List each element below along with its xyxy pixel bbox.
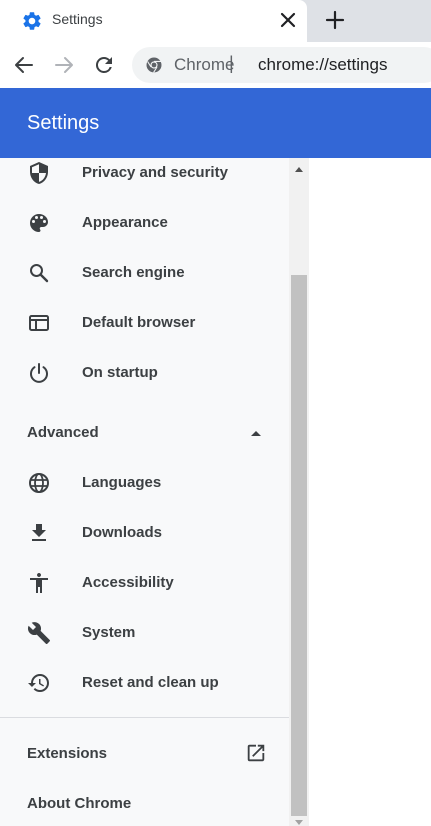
search-icon [27,261,51,285]
chrome-icon [146,57,162,73]
scroll-up-arrow-icon[interactable] [295,167,303,172]
sidebar-item-search-engine[interactable]: Search engine [0,248,289,298]
sidebar-item-label: On startup [82,364,158,381]
sidebar-item-extensions[interactable]: Extensions [0,729,289,779]
sidebar-item-reset[interactable]: Reset and clean up [0,658,289,708]
sidebar-item-languages[interactable]: Languages [0,458,289,508]
advanced-section-toggle[interactable]: Advanced [0,408,289,458]
sidebar-item-label: Search engine [82,264,185,281]
sidebar-item-label: Downloads [82,524,163,541]
sidebar-item-label: Privacy and security [82,164,228,181]
download-icon [27,521,51,545]
browser-window-icon [27,311,51,335]
sidebar-item-accessibility[interactable]: Accessibility [0,558,289,608]
sidebar: Privacy and security Appearance Search e… [0,158,289,826]
sidebar-item-default-browser[interactable]: Default browser [0,298,289,348]
sidebar-item-label: About Chrome [27,795,132,812]
toolbar: Chrome | chrome://settings [0,42,431,88]
palette-icon [27,211,51,235]
main-content [309,158,431,826]
globe-icon [27,471,51,495]
omnibox-url: chrome://settings [258,55,388,74]
history-icon [27,671,51,695]
sidebar-item-label: Accessibility [82,574,174,591]
close-icon[interactable] [277,9,299,31]
divider [0,717,289,718]
page-title: Settings [27,112,100,134]
sidebar-item-label: Extensions [27,745,108,762]
tab-settings[interactable]: Settings [0,0,307,42]
gear-icon [21,10,43,32]
tab-strip: Settings [0,0,431,42]
settings-header: Settings [0,88,431,158]
sidebar-item-about-chrome[interactable]: About Chrome [0,779,289,826]
sidebar-item-downloads[interactable]: Downloads [0,508,289,558]
scroll-down-arrow-icon[interactable] [295,820,303,825]
omnibox-separator: | [229,53,234,73]
omnibox[interactable]: Chrome | chrome://settings [132,47,431,83]
shield-icon [27,161,51,185]
tab-title: Settings [52,11,103,27]
open-in-new-icon [245,742,267,764]
new-tab-button[interactable] [324,9,346,31]
sidebar-item-on-startup[interactable]: On startup [0,348,289,398]
accessibility-icon [27,571,51,595]
advanced-section-label: Advanced [27,424,99,441]
arrow-forward-icon[interactable] [52,53,76,77]
reload-icon[interactable] [92,53,116,77]
sidebar-item-label: Reset and clean up [82,674,219,691]
sidebar-item-label: Appearance [82,214,168,231]
sidebar-item-privacy[interactable]: Privacy and security [0,158,289,198]
sidebar-item-label: Languages [82,474,162,491]
sidebar-item-label: System [82,624,136,641]
omnibox-origin: Chrome [174,55,235,74]
scrollbar-thumb[interactable] [291,275,307,816]
arrow-back-icon[interactable] [12,53,36,77]
power-icon [27,361,51,385]
sidebar-scrollbar[interactable] [289,158,309,826]
chevron-up-icon [249,428,263,438]
sidebar-item-label: Default browser [82,314,196,331]
sidebar-item-appearance[interactable]: Appearance [0,198,289,248]
sidebar-item-system[interactable]: System [0,608,289,658]
wrench-icon [27,621,51,645]
